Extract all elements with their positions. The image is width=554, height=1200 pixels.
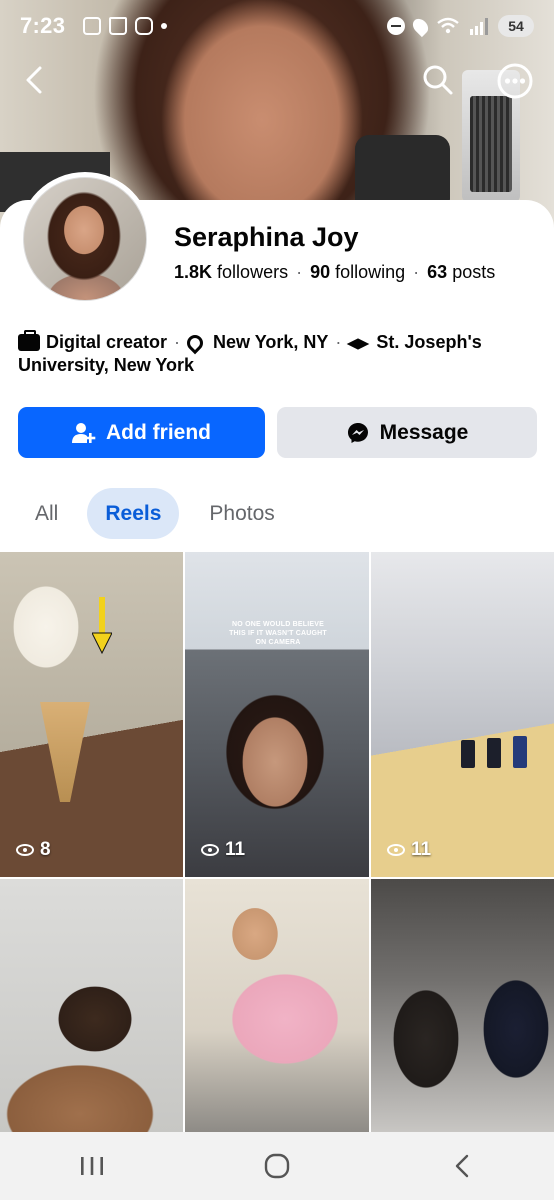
- posts-label: posts: [452, 262, 496, 282]
- followers-stat[interactable]: 1.8K followers: [174, 262, 288, 283]
- reel-tile[interactable]: NO ONE WOULD BELIEVE THIS IF IT WASN'T C…: [185, 552, 369, 877]
- system-back-button[interactable]: [432, 1146, 492, 1186]
- intro-education-line2: University, New York: [18, 355, 195, 375]
- briefcase-icon: [18, 330, 40, 351]
- tab-reels[interactable]: Reels: [87, 488, 180, 539]
- profile-tabs: All Reels Photos: [18, 488, 293, 539]
- intro-location-text: New York, NY: [213, 332, 329, 352]
- tab-all[interactable]: All: [18, 488, 75, 539]
- following-count: 90: [310, 262, 331, 282]
- eye-icon: [387, 844, 405, 856]
- intro-location: New York, NY: [183, 331, 329, 354]
- search-button[interactable]: [420, 62, 456, 98]
- reel-views: 8: [16, 839, 51, 861]
- stat-separator: ·: [296, 262, 303, 282]
- intro-separator: ·: [174, 332, 181, 352]
- add-friend-label: Add friend: [106, 420, 211, 444]
- following-label: following: [335, 262, 406, 282]
- notification-dot-icon: [161, 23, 168, 29]
- eye-icon: [16, 844, 34, 856]
- status-left-icons: [83, 17, 168, 35]
- recent-apps-button[interactable]: [62, 1146, 122, 1186]
- followers-label: followers: [217, 262, 289, 282]
- location-status-icon: [409, 15, 432, 37]
- reel-views: 11: [201, 839, 245, 861]
- home-button[interactable]: [247, 1146, 307, 1186]
- eye-icon: [201, 844, 219, 856]
- phones-display: [461, 736, 527, 768]
- followers-count: 1.8K: [174, 262, 213, 282]
- profile-stats: 1.8K followers · 90 following · 63 posts: [174, 262, 495, 283]
- intro-work: Digital creator: [18, 330, 168, 354]
- battery-indicator: 54: [498, 15, 534, 37]
- system-nav-bar: [0, 1132, 554, 1200]
- reel-views: 11: [387, 839, 431, 861]
- instagram-icon: [135, 17, 154, 35]
- reel-tile[interactable]: 11: [371, 552, 554, 877]
- following-stat[interactable]: 90 following: [310, 262, 405, 283]
- graduation-cap-icon: [348, 336, 370, 350]
- cover-chair: [355, 135, 450, 205]
- system-back-icon: [455, 1154, 468, 1178]
- posts-stat: 63 posts: [427, 262, 495, 283]
- reel-views-count: 11: [225, 839, 246, 860]
- more-icon: [497, 63, 533, 99]
- reels-grid: 8 NO ONE WOULD BELIEVE THIS IF IT WASN'T…: [0, 552, 554, 1132]
- search-icon: [423, 65, 453, 95]
- profile-intro: Digital creator · New York, NY · St. Jos…: [18, 330, 538, 377]
- intro-separator: ·: [335, 332, 342, 352]
- back-arrow-icon: [26, 66, 42, 94]
- tab-photos[interactable]: Photos: [191, 488, 292, 539]
- reel-views-count: 11: [411, 839, 432, 860]
- location-pin-icon: [183, 331, 207, 354]
- message-label: Message: [379, 420, 469, 444]
- add-friend-button[interactable]: Add friend: [18, 407, 265, 458]
- reel-views-count: 8: [40, 839, 51, 860]
- message-button[interactable]: Message: [277, 407, 537, 458]
- ice-cream-cone: [40, 702, 90, 802]
- intro-education-line1: St. Joseph's: [376, 332, 482, 352]
- status-time: 7:23: [20, 13, 66, 38]
- stat-separator: ·: [413, 262, 420, 282]
- arrow-down-icon: [92, 597, 112, 655]
- wifi-icon: [437, 17, 459, 34]
- more-options-button[interactable]: [496, 62, 534, 100]
- status-bar: 7:23 54: [0, 0, 554, 52]
- reel-tile[interactable]: 8: [0, 552, 183, 877]
- signal-icon: [470, 18, 488, 35]
- reel-tile[interactable]: [185, 879, 369, 1132]
- reel-caption: NO ONE WOULD BELIEVE THIS IF IT WASN'T C…: [229, 621, 327, 646]
- profile-avatar[interactable]: [18, 172, 152, 306]
- messenger-icon: [347, 422, 368, 443]
- reel-tile[interactable]: [0, 879, 183, 1132]
- home-circle-icon: [264, 1153, 290, 1179]
- recent-apps-icon: [81, 1157, 104, 1175]
- home-icon: [109, 17, 128, 35]
- profile-name: Seraphina Joy: [174, 222, 359, 252]
- reel-tile[interactable]: [371, 879, 554, 1132]
- intro-education: St. Joseph's: [348, 331, 481, 354]
- intro-work-text: Digital creator: [46, 332, 168, 352]
- avatar-photo: [23, 177, 147, 301]
- posts-count: 63: [427, 262, 448, 282]
- status-right-icons: 54: [387, 15, 534, 37]
- back-button[interactable]: [20, 62, 50, 98]
- add-person-icon: [72, 422, 96, 443]
- do-not-disturb-icon: [387, 17, 405, 35]
- screenshot-icon: [83, 17, 102, 35]
